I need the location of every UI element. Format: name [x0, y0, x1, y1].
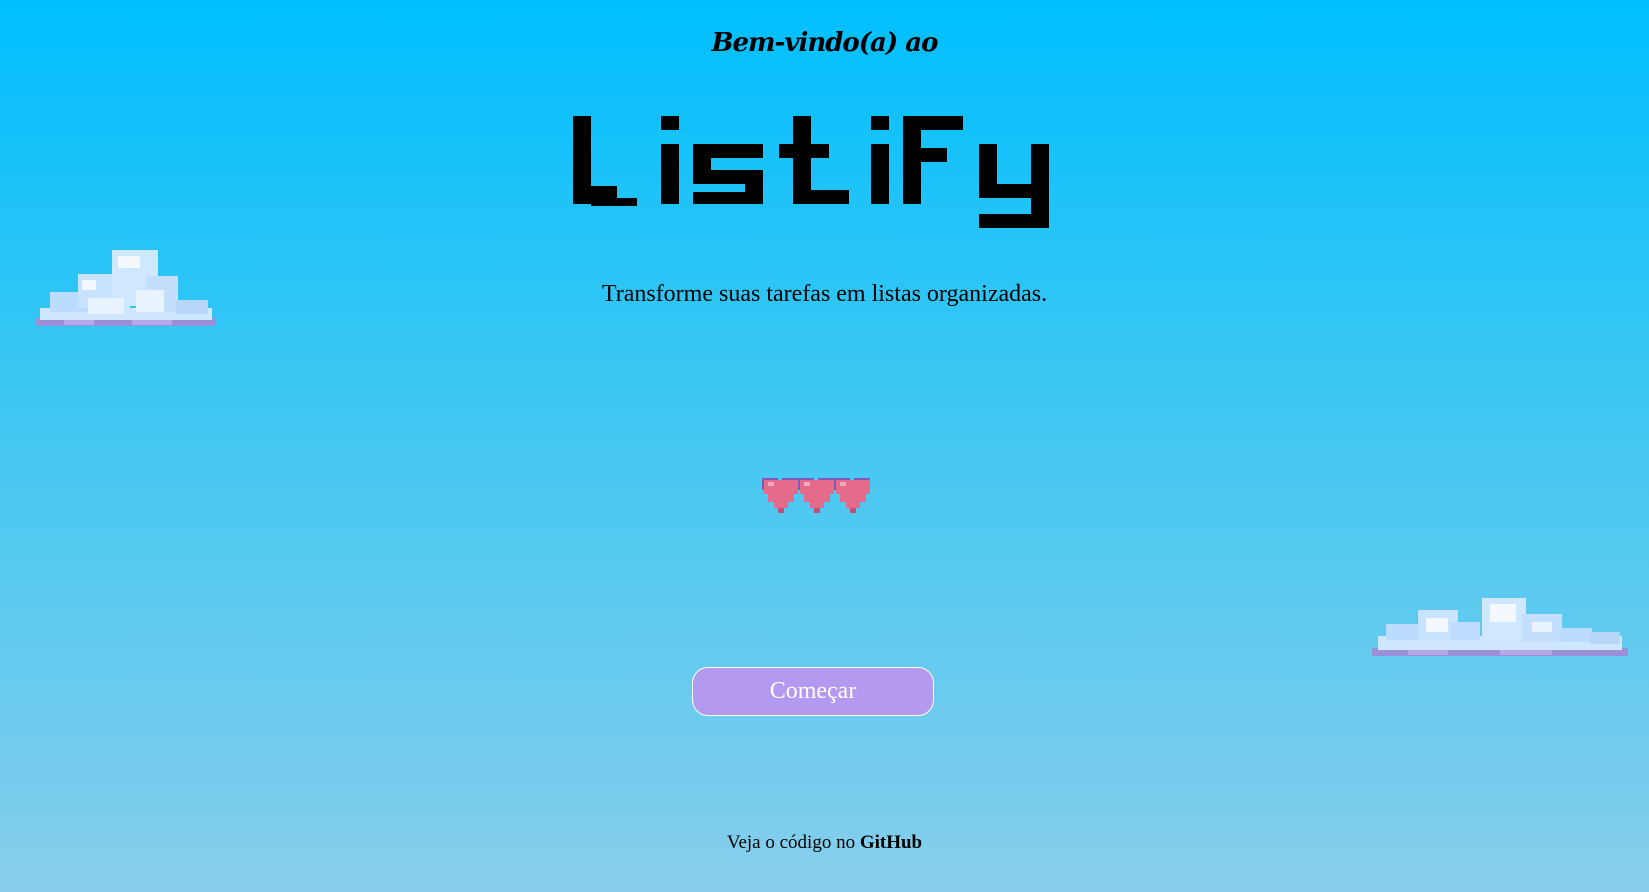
pixel-cloud-icon — [36, 250, 216, 326]
start-button[interactable]: Começar — [692, 667, 934, 716]
cloud-left — [36, 246, 216, 336]
footer: Veja o código no GitHub — [0, 832, 1649, 854]
app-logo — [0, 104, 1649, 244]
pixel-hearts-icon — [762, 478, 870, 513]
tagline: Transforme suas tarefas em listas organi… — [601, 281, 1048, 307]
footer-prefix: Veja o código no — [726, 832, 856, 853]
listify-pixel-logo — [572, 116, 1049, 228]
pixel-cloud-icon — [1372, 598, 1628, 656]
welcome-heading: Bem-vindo(a) ao — [711, 28, 939, 58]
cloud-right — [1372, 596, 1628, 665]
hearts-decoration — [762, 474, 872, 521]
github-link[interactable]: GitHub — [860, 832, 922, 853]
